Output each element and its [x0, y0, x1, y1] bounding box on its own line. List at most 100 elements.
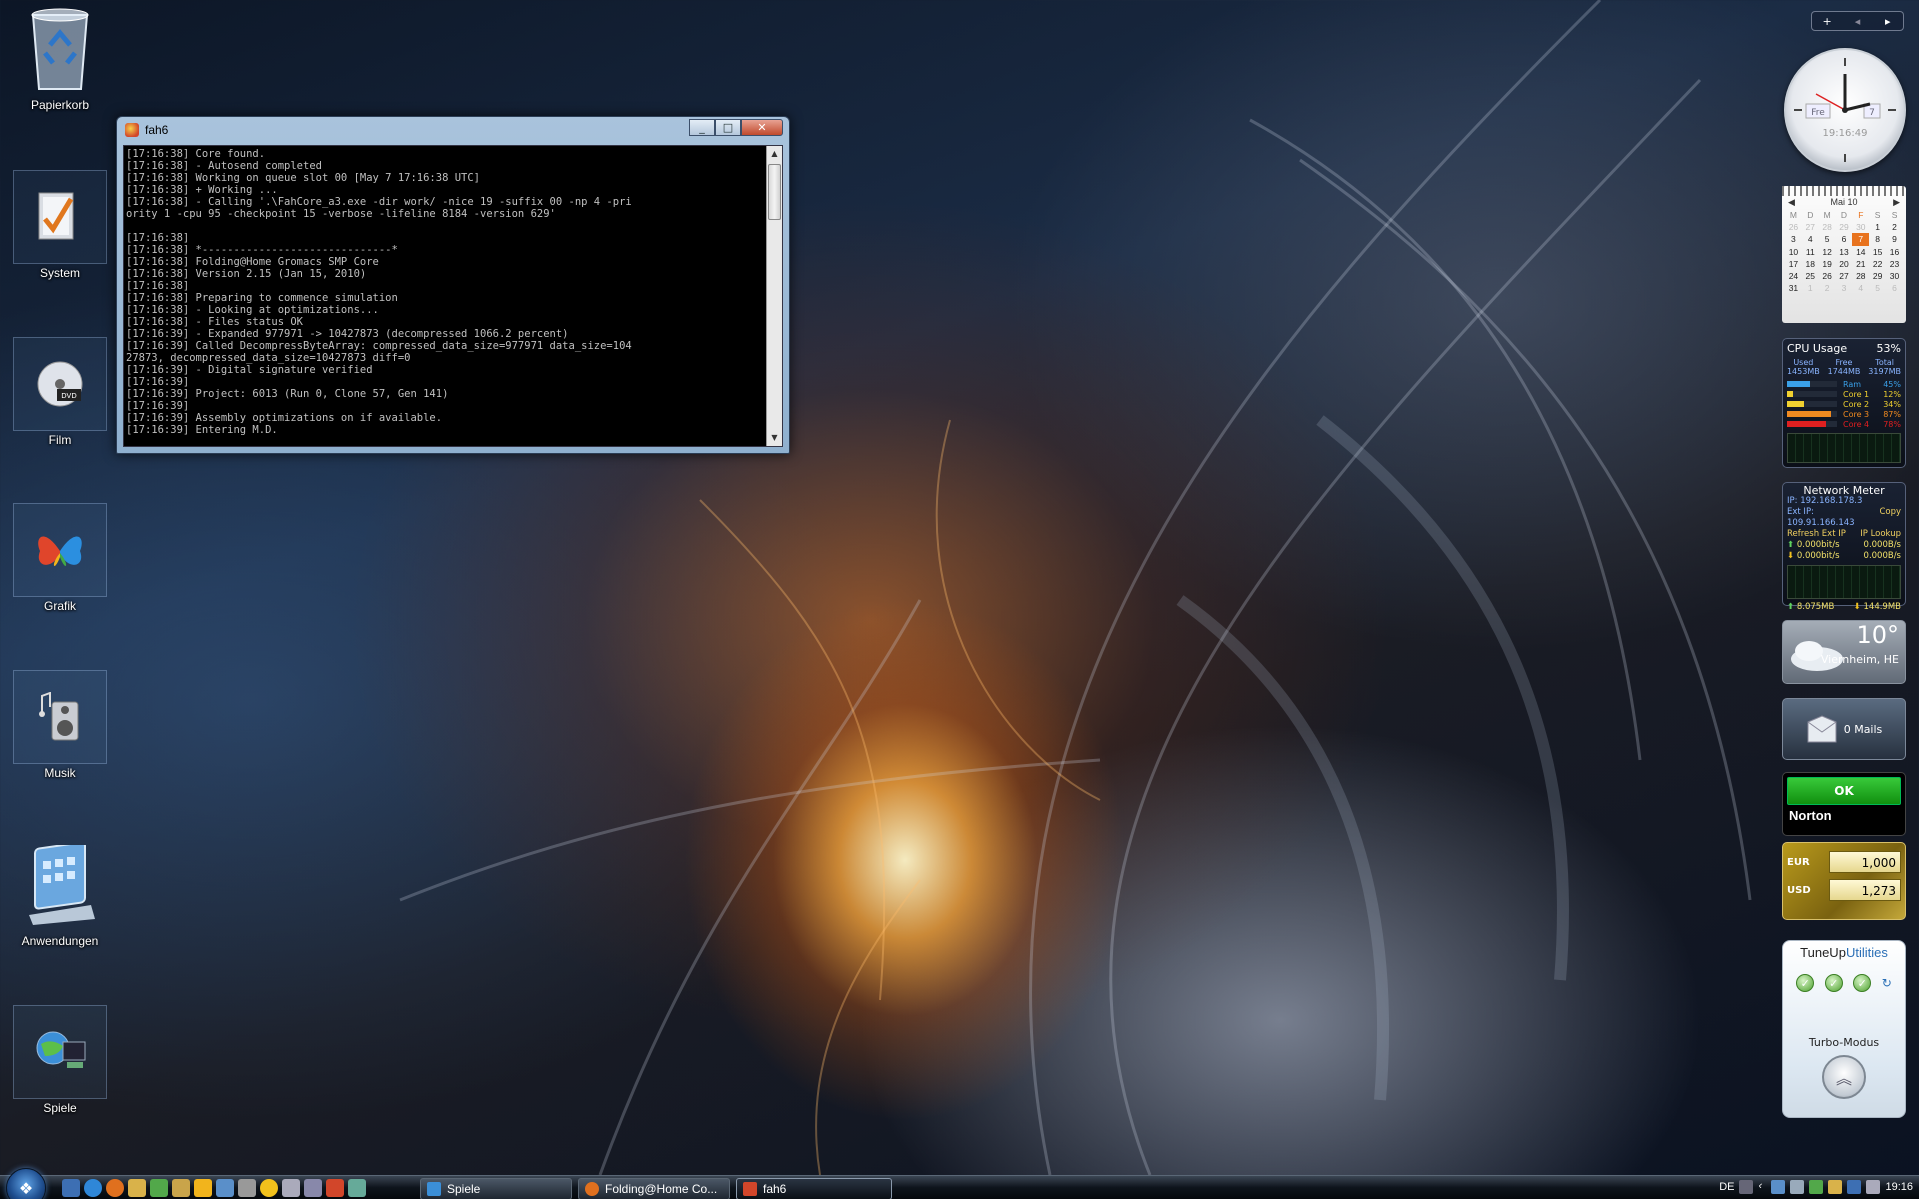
desktop-icon-spiele[interactable]: Spiele — [10, 1005, 110, 1115]
calendar-next-button[interactable]: ▶ — [1893, 197, 1900, 208]
previous-gadgets-button[interactable]: ◂ — [1842, 12, 1872, 30]
mail-gadget[interactable]: 0 Mails — [1782, 698, 1906, 760]
firefox-icon[interactable] — [106, 1179, 124, 1197]
calendar-day[interactable]: 10 — [1785, 246, 1802, 258]
taskbar-button-fah6[interactable]: fah6 — [736, 1178, 892, 1199]
close-button[interactable]: ✕ — [741, 119, 783, 136]
calendar-day[interactable]: 29 — [1869, 270, 1886, 282]
calendar-day[interactable]: 14 — [1852, 246, 1869, 258]
desktop-icon-system[interactable]: System — [10, 170, 110, 280]
calendar-day[interactable]: 5 — [1819, 233, 1836, 245]
calendar-day[interactable]: 15 — [1869, 246, 1886, 258]
calendar-day[interactable]: 27 — [1836, 270, 1853, 282]
calendar-day[interactable]: 4 — [1852, 282, 1869, 294]
norton-gadget[interactable]: OK Norton — [1782, 772, 1906, 836]
window-switch-icon[interactable] — [216, 1179, 234, 1197]
console-window[interactable]: fah6 _ □ ✕ [17:16:38] Core found. [17:16:… — [116, 116, 790, 454]
scroll-thumb[interactable] — [768, 164, 781, 220]
calendar-day[interactable]: 23 — [1886, 258, 1903, 270]
minimize-button[interactable]: _ — [689, 119, 715, 136]
calendar-day[interactable]: 25 — [1802, 270, 1819, 282]
calendar-day[interactable]: 31 — [1785, 282, 1802, 294]
app-icon[interactable] — [348, 1179, 366, 1197]
internet-explorer-icon[interactable] — [84, 1179, 102, 1197]
calendar-day[interactable]: 17 — [1785, 258, 1802, 270]
show-desktop-icon[interactable] — [62, 1179, 80, 1197]
turbo-mode-button[interactable]: ︽ — [1822, 1055, 1866, 1099]
refresh-icon[interactable]: ↻ — [1882, 974, 1892, 992]
chevron-left-icon[interactable]: ‹ — [1758, 1180, 1766, 1194]
currency-value[interactable]: 1,273 — [1829, 879, 1901, 901]
currency-code[interactable]: USD — [1787, 885, 1829, 896]
calendar-day[interactable]: 4 — [1802, 233, 1819, 245]
explorer-icon[interactable] — [128, 1179, 146, 1197]
calendar-day[interactable]: 1 — [1869, 221, 1886, 233]
desktop-icon-musik[interactable]: Musik — [10, 670, 110, 780]
desktop-icon-grafik[interactable]: Grafik — [10, 503, 110, 613]
taskbar-button-spiele[interactable]: Spiele — [420, 1178, 572, 1199]
ip-lookup-link[interactable]: IP Lookup — [1860, 529, 1901, 540]
calendar-day[interactable]: 28 — [1852, 270, 1869, 282]
desktop-icon-film[interactable]: DVD Film — [10, 337, 110, 447]
calendar-day[interactable]: 24 — [1785, 270, 1802, 282]
taskbar-clock[interactable]: 19:16 — [1885, 1181, 1913, 1193]
media-player-icon[interactable] — [194, 1179, 212, 1197]
currency-code[interactable]: EUR — [1787, 857, 1829, 868]
calendar-day[interactable]: 30 — [1852, 221, 1869, 233]
vertical-scrollbar[interactable]: ▲ ▼ — [766, 146, 782, 446]
update-tray-icon[interactable] — [1828, 1180, 1843, 1194]
calendar-day[interactable]: 18 — [1802, 258, 1819, 270]
calendar-day[interactable]: 2 — [1886, 221, 1903, 233]
calendar-day[interactable]: 16 — [1886, 246, 1903, 258]
security-tray-icon[interactable] — [1809, 1180, 1824, 1194]
network-meter-gadget[interactable]: Network Meter IP: 192.168.178.3 Ext IP: … — [1782, 482, 1906, 612]
calendar-day[interactable]: 27 — [1802, 221, 1819, 233]
maximize-button[interactable]: □ — [715, 119, 741, 136]
calendar-day[interactable]: 12 — [1819, 246, 1836, 258]
calendar-day[interactable]: 3 — [1785, 233, 1802, 245]
tool-icon[interactable] — [304, 1179, 322, 1197]
calendar-day[interactable]: 30 — [1886, 270, 1903, 282]
check-icon[interactable]: ✓ — [1853, 974, 1872, 992]
desktop-icon-recycle-bin[interactable]: Papierkorb — [10, 2, 110, 112]
network-tray-icon[interactable] — [1771, 1180, 1786, 1194]
calendar-day[interactable]: 22 — [1869, 258, 1886, 270]
calendar-day[interactable]: 29 — [1836, 221, 1853, 233]
messenger-icon[interactable] — [150, 1179, 168, 1197]
help-icon[interactable] — [1739, 1180, 1754, 1194]
currency-converter-gadget[interactable]: EUR 1,000 USD 1,273 — [1782, 842, 1906, 920]
calendar-gadget[interactable]: ◀ Mai 10 ▶ M D M D F S S 26 27 28 29 30 1 2 3 4 5 6 7 8 9 10 1… — [1782, 186, 1906, 323]
display-tray-icon[interactable] — [1790, 1180, 1805, 1194]
volume-tray-icon[interactable] — [1866, 1180, 1881, 1194]
desktop-icon-anwendungen[interactable]: Anwendungen — [10, 838, 110, 948]
calendar-day[interactable]: 1 — [1802, 282, 1819, 294]
next-gadgets-button[interactable]: ▸ — [1873, 12, 1903, 30]
volume-icon[interactable] — [282, 1179, 300, 1197]
calendar-day[interactable]: 3 — [1836, 282, 1853, 294]
tuneup-gadget[interactable]: TuneUpUtilities ✓ ✓ ✓ ↻ Turbo-Modus ︽ — [1782, 940, 1906, 1118]
shield-icon[interactable] — [1847, 1180, 1862, 1194]
calendar-day[interactable]: 9 — [1886, 233, 1903, 245]
calendar-day[interactable]: 21 — [1852, 258, 1869, 270]
folder-icon[interactable] — [172, 1179, 190, 1197]
language-indicator[interactable]: DE — [1719, 1181, 1734, 1193]
printer-icon[interactable] — [238, 1179, 256, 1197]
calendar-day[interactable]: 26 — [1819, 270, 1836, 282]
calendar-day[interactable]: 2 — [1819, 282, 1836, 294]
calendar-day[interactable]: 28 — [1819, 221, 1836, 233]
taskbar-button-folding[interactable]: Folding@Home Co... — [578, 1178, 730, 1199]
start-button[interactable]: ❖ — [6, 1168, 46, 1199]
calendar-day[interactable]: 6 — [1886, 282, 1903, 294]
check-icon[interactable]: ✓ — [1796, 974, 1815, 992]
calendar-day[interactable]: 19 — [1819, 258, 1836, 270]
calendar-day[interactable]: 8 — [1869, 233, 1886, 245]
weather-gadget[interactable]: 10° Viernheim, HE — [1782, 620, 1906, 684]
folding-icon[interactable] — [326, 1179, 344, 1197]
calendar-prev-button[interactable]: ◀ — [1788, 197, 1795, 208]
clock-gadget[interactable]: Fre 7 19:16:49 — [1784, 48, 1906, 172]
currency-value[interactable]: 1,000 — [1829, 851, 1901, 873]
norton-icon[interactable] — [260, 1179, 278, 1197]
calendar-day[interactable]: 26 — [1785, 221, 1802, 233]
console-output[interactable]: [17:16:38] Core found. [17:16:38] - Autos… — [123, 145, 783, 447]
calendar-day[interactable]: 7 — [1852, 233, 1870, 246]
